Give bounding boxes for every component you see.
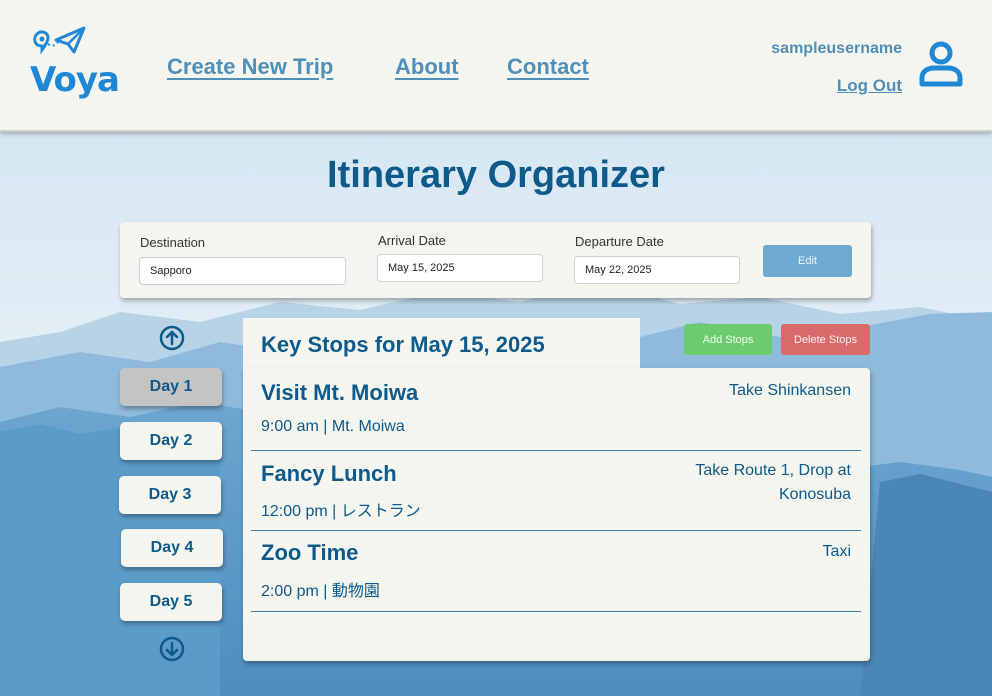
stop-transport-line: Konosuba <box>778 486 851 503</box>
day-button-4[interactable]: Day 4 <box>121 529 223 567</box>
stop-transport-line: Take Shinkansen <box>729 382 851 399</box>
stop-transport: Take Shinkansen <box>729 379 851 403</box>
destination-field[interactable]: Sapporo <box>139 257 346 285</box>
username: sampleusername <box>771 40 902 57</box>
stop-transport: Take Route 1, Drop at Konosuba <box>695 459 851 507</box>
site-header: Voya Create New Trip About Contact sampl… <box>0 0 992 132</box>
stop-item[interactable]: Visit Mt. Moiwa 9:00 am | Mt. Moiwa Take… <box>251 368 861 451</box>
destination-label: Destination <box>140 235 206 250</box>
stop-transport-line: Take Route 1, Drop at <box>695 462 851 479</box>
departure-date-field[interactable]: May 22, 2025 <box>574 256 740 284</box>
stop-time-location: 9:00 am | Mt. Moiwa <box>261 418 405 435</box>
arrival-date-field[interactable]: May 15, 2025 <box>377 254 543 282</box>
stop-transport: Taxi <box>823 540 851 564</box>
stops-header-tab: Key Stops for May 15, 2025 <box>243 318 640 370</box>
stops-card: Visit Mt. Moiwa 9:00 am | Mt. Moiwa Take… <box>243 368 870 661</box>
departure-date-label: Departure Date <box>575 234 664 249</box>
nav-contact[interactable]: Contact <box>507 54 589 80</box>
stop-item[interactable]: Zoo Time 2:00 pm | 動物園 Taxi <box>251 531 861 612</box>
page-title: Itinerary Organizer <box>327 154 665 196</box>
stop-title: Visit Mt. Moiwa <box>261 380 419 405</box>
logout-link[interactable]: Log Out <box>837 76 902 96</box>
arrow-down-circle-icon[interactable] <box>159 636 185 662</box>
day-button-5[interactable]: Day 5 <box>120 583 222 621</box>
day-button-2[interactable]: Day 2 <box>120 422 222 460</box>
day-button-1[interactable]: Day 1 <box>120 368 222 406</box>
nav-create-trip[interactable]: Create New Trip <box>167 54 333 80</box>
arrow-up-circle-icon[interactable] <box>159 325 185 351</box>
trip-details-panel: Destination Sapporo Arrival Date May 15,… <box>120 222 871 298</box>
nav-about[interactable]: About <box>395 54 459 80</box>
stops-heading: Key Stops for May 15, 2025 <box>261 332 545 357</box>
stop-title: Fancy Lunch <box>261 461 397 486</box>
stop-item[interactable]: Fancy Lunch 12:00 pm | レストラン Take Route … <box>251 451 861 531</box>
delete-stops-button[interactable]: Delete Stops <box>781 324 870 355</box>
edit-button[interactable]: Edit <box>763 245 852 277</box>
day-button-3[interactable]: Day 3 <box>119 476 221 514</box>
stop-time-location: 2:00 pm | 動物園 <box>261 583 380 600</box>
arrival-date-label: Arrival Date <box>378 233 446 248</box>
user-icon[interactable] <box>918 40 964 88</box>
add-stops-button[interactable]: Add Stops <box>684 324 772 355</box>
stop-title: Zoo Time <box>261 540 359 565</box>
stop-transport-line: Taxi <box>822 543 851 560</box>
stop-time-location: 12:00 pm | レストラン <box>261 503 421 520</box>
brand-name: Voya <box>30 60 120 100</box>
